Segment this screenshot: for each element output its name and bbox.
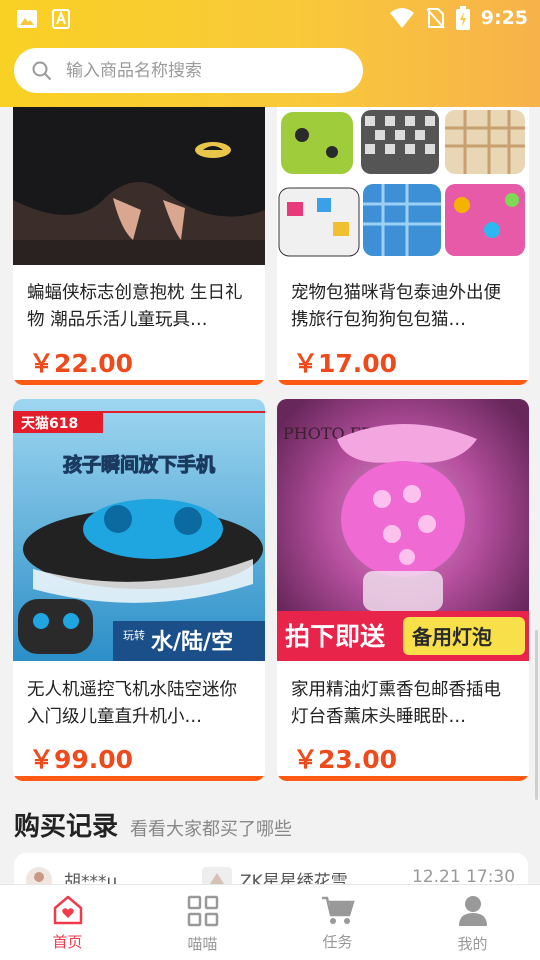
bottom-tab-bar: 首页 喵喵 任务 我的 [0,884,540,960]
tab-label: 喵喵 [187,935,218,953]
scrollbar[interactable] [535,630,538,800]
product-price: ￥22.00 [29,349,134,378]
image-badge-small: 玩转 [123,628,145,642]
tmall-tag: 天猫618 [21,415,78,432]
no-sim-icon [425,8,445,29]
status-bar: 9:25 [0,0,540,38]
product-title: 家用精油灯熏香包邮香插电灯台香薰床头睡眠卧… [291,680,501,727]
font-icon [52,9,70,29]
product-card-batman-pillow[interactable]: 蝙蝠侠标志创意抱枕 生日礼物 潮品乐活儿童玩具… ￥22.00 [13,90,265,385]
cart-icon [321,896,355,924]
product-card-rc-drone[interactable]: 天猫618 孩子瞬间放下手机 玩转 水/陆/空 无人机遥控飞机水陆空迷你入门级儿… [13,399,265,781]
header: 9:25 [0,0,540,107]
image-banner-2: 备用灯泡 [411,625,492,649]
card-accent-bar [13,776,265,781]
section-subtitle: 看看大家都买了哪些 [130,819,293,840]
product-card-pet-bag[interactable]: 宠物包猫咪背包泰迪外出便携旅行包狗狗包包猫… ￥17.00 [277,90,529,385]
product-image-pet-bag [277,90,529,265]
image-headline: 孩子瞬间放下手机 [63,453,215,476]
product-price: ￥17.00 [293,349,398,378]
person-icon [458,896,487,926]
search-input[interactable] [66,60,316,81]
search-bar[interactable] [14,48,363,93]
search-icon [32,61,52,80]
tab-label: 我的 [457,935,488,953]
tab-home[interactable]: 首页 [0,885,135,960]
battery-charging-icon [455,6,470,30]
status-time: 9:25 [480,7,528,29]
grid-icon [187,895,218,927]
product-image-aroma-lamp: PHOTO FRAME 拍下即送 备用灯泡 [277,399,529,661]
tab-label: 任务 [322,933,353,951]
product-card-aroma-lamp[interactable]: PHOTO FRAME 拍下即送 备用灯泡 家用精油灯熏香包邮香插电灯台香薰床头… [277,399,529,781]
tab-miaomiao[interactable]: 喵喵 [135,885,270,960]
product-title: 无人机遥控飞机水陆空迷你入门级儿童直升机小… [27,680,237,727]
product-image-batman-pillow [13,90,265,265]
image-banner: 拍下即送 [285,622,385,651]
product-image-rc-drone: 天猫618 孩子瞬间放下手机 玩转 水/陆/空 [13,399,265,661]
card-accent-bar [277,380,529,385]
product-title: 蝙蝠侠标志创意抱枕 生日礼物 潮品乐活儿童玩具… [27,283,243,330]
gallery-icon [17,10,37,28]
image-badge: 水/陆/空 [151,629,233,655]
card-accent-bar [277,776,529,781]
product-price: ￥99.00 [29,745,134,774]
tab-label: 首页 [52,933,83,951]
card-accent-bar [13,380,265,385]
home-heart-icon [53,895,82,925]
tab-tasks[interactable]: 任务 [270,885,405,960]
wifi-icon [389,8,414,28]
tab-mine[interactable]: 我的 [405,885,540,960]
product-price: ￥23.00 [293,745,398,774]
product-title: 宠物包猫咪背包泰迪外出便携旅行包狗狗包包猫… [291,283,501,330]
purchase-records-heading: 购买记录 看看大家都买了哪些 [14,806,292,843]
section-title: 购买记录 [14,812,119,842]
